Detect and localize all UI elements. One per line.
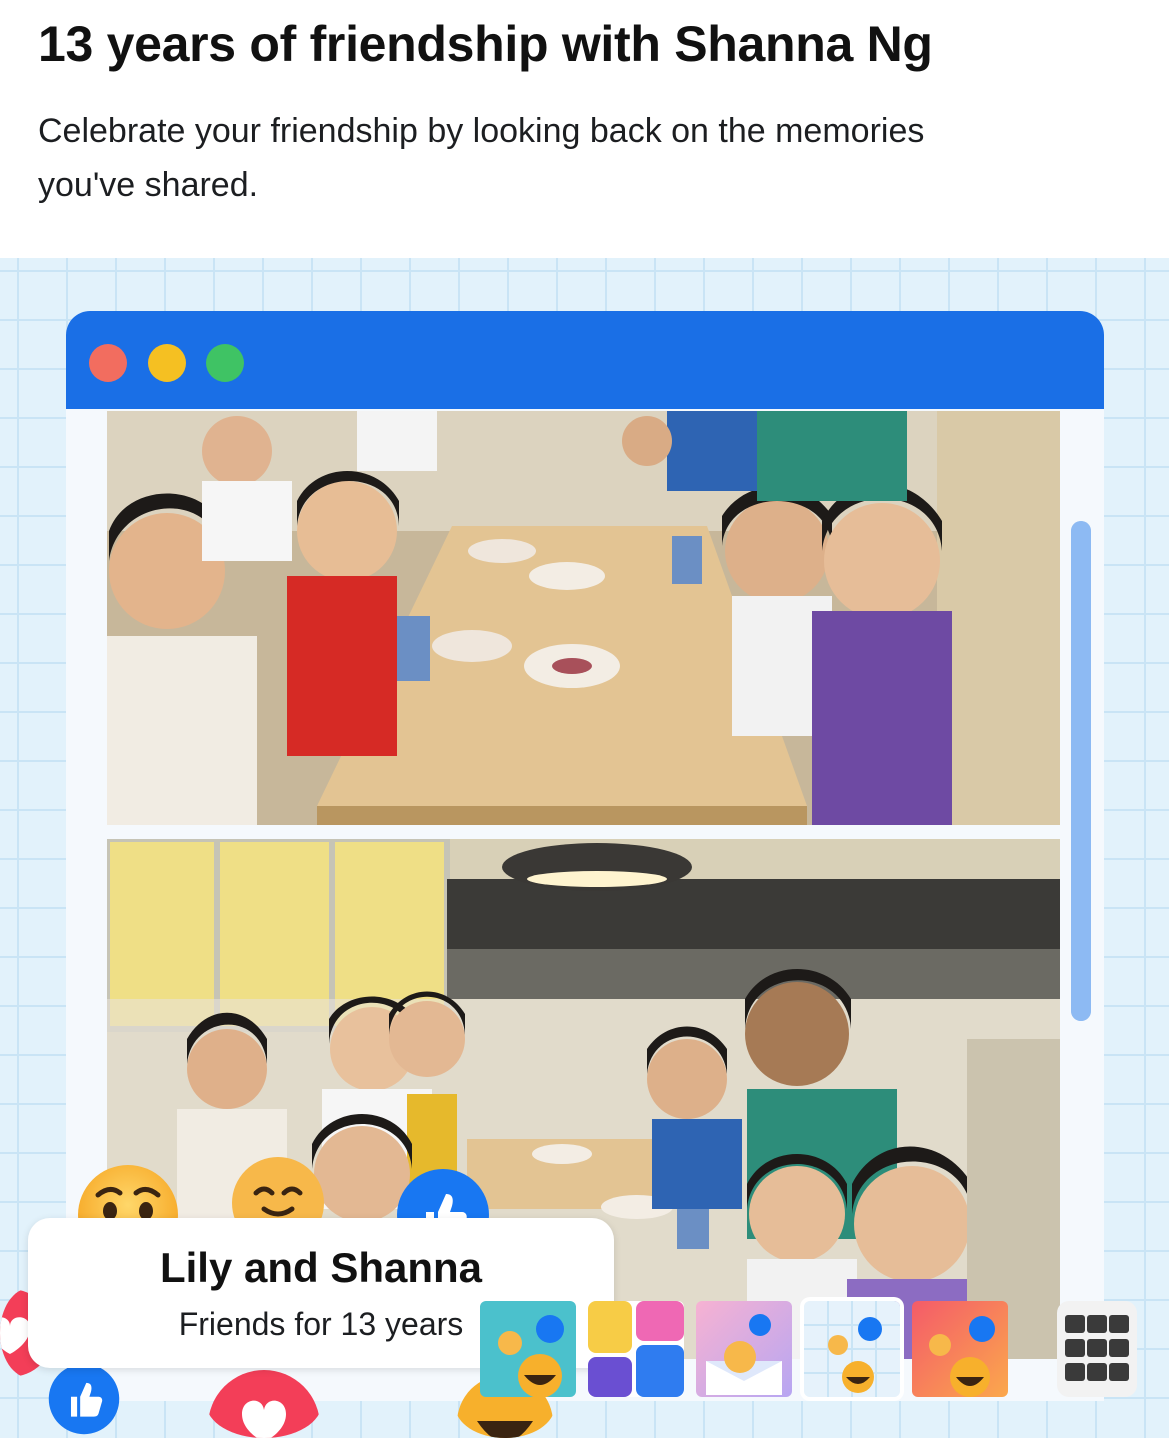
theme-option-reactions-grid[interactable] [804, 1301, 900, 1397]
friendship-video-preview[interactable]: Lily and Shanna Friends for 13 years [0, 258, 1169, 1438]
like-icon [48, 1363, 120, 1435]
card-title: Lily and Shanna [159, 1244, 483, 1291]
theme-option-reactions-coral[interactable] [912, 1301, 1008, 1397]
close-dot [89, 344, 127, 382]
scrollbar-thumb[interactable] [1071, 521, 1091, 1021]
grid-menu-button[interactable] [1057, 1301, 1137, 1397]
theme-option-reactions-teal[interactable] [480, 1301, 576, 1397]
header: 13 years of friendship with Shanna Ng Ce… [0, 0, 1169, 258]
page-subtitle: Celebrate your friendship by looking bac… [38, 112, 925, 204]
theme-option-reactions-envelope[interactable] [696, 1301, 792, 1397]
grid-menu-icon [1065, 1315, 1129, 1381]
memory-photo-1 [107, 411, 1060, 825]
maximize-dot [206, 344, 244, 382]
love-icon [208, 1370, 320, 1438]
page-title: 13 years of friendship with Shanna Ng [38, 16, 933, 72]
theme-picker [480, 1301, 1150, 1401]
minimize-dot [148, 344, 186, 382]
window-titlebar [66, 311, 1104, 409]
theme-option-color-blocks[interactable] [588, 1301, 684, 1397]
